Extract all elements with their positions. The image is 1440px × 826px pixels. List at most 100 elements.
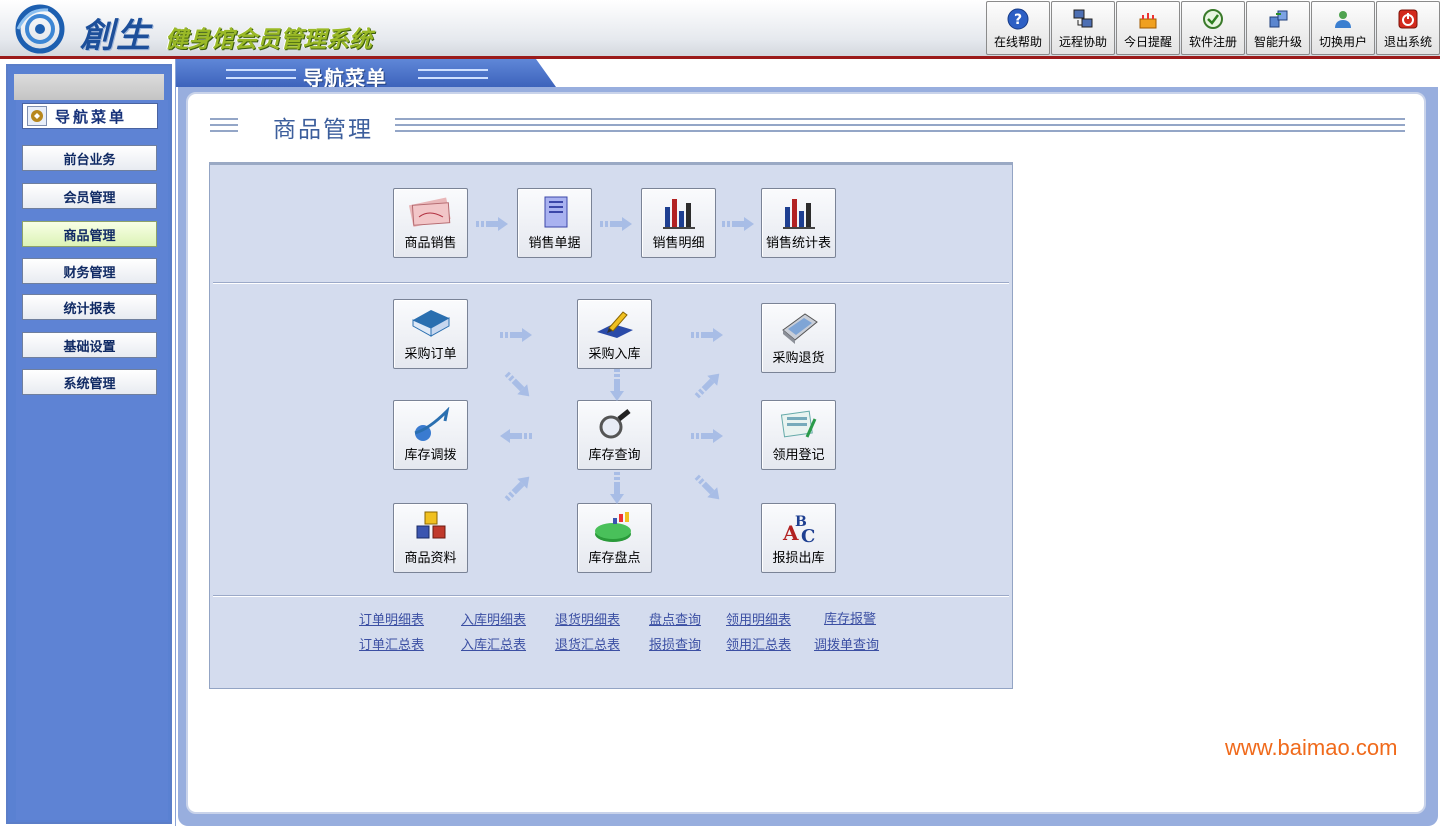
module-label: 采购退货 <box>772 351 825 366</box>
tablet-icon <box>781 313 818 344</box>
stock-transfer-button[interactable]: 库存调拨 <box>393 400 468 470</box>
sales-doc-button[interactable]: 销售单据 <box>517 188 592 258</box>
module-flow-panel: 商品销售 销售单据 销售明细 销售统计表 采购订单 采购入库 采购退货 库存调拨… <box>209 162 1013 689</box>
link-requisition-summary[interactable]: 领用汇总表 <box>726 634 791 653</box>
arrow-right-icon <box>500 328 532 342</box>
power-exit-icon <box>1398 9 1418 29</box>
module-label: 库存盘点 <box>588 551 641 566</box>
purchase-order-button[interactable]: 采购订单 <box>393 299 468 369</box>
link-transfer-query[interactable]: 调拨单查询 <box>814 634 879 653</box>
online-help-label: 在线帮助 <box>993 35 1042 49</box>
remote-assist-button[interactable]: 远程协助 <box>1051 1 1115 55</box>
sidebar-frame <box>6 64 172 824</box>
pen-icon <box>596 311 633 338</box>
software-register-button[interactable]: 软件注册 <box>1181 1 1245 55</box>
module-label: 销售单据 <box>528 236 581 251</box>
link-stocktake-query[interactable]: 盘点查询 <box>649 609 701 628</box>
smart-upgrade-button[interactable]: 智能升级 <box>1246 1 1310 55</box>
module-label: 采购订单 <box>404 347 457 362</box>
abc-icon: ABC <box>782 514 815 546</box>
goods-info-button[interactable]: 商品资料 <box>393 503 468 573</box>
online-help-button[interactable]: ? 在线帮助 <box>986 1 1050 55</box>
bar-chart-icon <box>782 199 815 229</box>
exit-system-button[interactable]: 退出系统 <box>1376 1 1440 55</box>
module-label: 销售明细 <box>652 236 705 251</box>
today-reminder-button[interactable]: 今日提醒 <box>1116 1 1180 55</box>
money-icon <box>408 197 451 227</box>
sales-detail-button[interactable]: 销售明细 <box>641 188 716 258</box>
sidebar-item-front-desk[interactable]: 前台业务 <box>22 145 157 171</box>
tab-bar: 导航菜单 <box>176 59 1440 90</box>
pages-pen-icon <box>780 410 816 438</box>
title-decoration <box>210 118 238 136</box>
panel-divider <box>213 282 1009 284</box>
requisition-button[interactable]: 领用登记 <box>761 400 836 470</box>
panel-divider <box>213 595 1009 597</box>
remote-assist-label: 远程协助 <box>1058 35 1107 49</box>
app-window: 創生 健身馆会员管理系统 ? 在线帮助 远程协助 今日提醒 软件注册 智能升级 <box>0 0 1440 826</box>
switch-user-icon <box>1335 11 1351 28</box>
switch-user-label: 切换用户 <box>1318 35 1367 49</box>
module-label: 领用登记 <box>772 448 825 463</box>
arrow-diagonal-icon <box>694 373 720 399</box>
tab-decoration <box>418 69 488 79</box>
link-requisition-detail[interactable]: 领用明细表 <box>726 609 791 628</box>
sidebar-top-strip <box>14 74 164 100</box>
sidebar <box>0 59 176 826</box>
software-register-label: 软件注册 <box>1188 35 1237 49</box>
link-return-detail[interactable]: 退货明细表 <box>555 609 620 628</box>
purchase-return-button[interactable]: 采购退货 <box>761 303 836 373</box>
svg-text:C: C <box>801 526 815 546</box>
link-order-summary[interactable]: 订单汇总表 <box>359 634 424 653</box>
upgrade-icon <box>1269 10 1288 28</box>
sidebar-item-system[interactable]: 系统管理 <box>22 369 157 395</box>
module-label: 销售统计表 <box>765 236 831 251</box>
title-decoration <box>395 118 1405 136</box>
arrow-diagonal-icon <box>504 476 530 502</box>
bar-chart-icon <box>662 199 695 229</box>
link-stock-alarm[interactable]: 库存报警 <box>824 608 876 627</box>
arrow-down-icon <box>610 369 624 401</box>
exit-system-label: 退出系统 <box>1383 35 1432 49</box>
logo-swirl-icon <box>15 4 65 54</box>
globe-arrow-icon <box>414 407 449 441</box>
sales-stats-button[interactable]: 销售统计表 <box>761 188 836 258</box>
link-order-detail[interactable]: 订单明细表 <box>359 609 424 628</box>
sidebar-item-basic-settings[interactable]: 基础设置 <box>22 332 157 358</box>
arrow-right-icon <box>476 217 508 231</box>
notebook-icon <box>544 196 567 228</box>
watermark: www.baimao.com <box>1225 735 1398 760</box>
magnifier-icon <box>599 409 631 439</box>
module-label: 库存调拨 <box>404 448 457 463</box>
arrow-left-icon <box>500 429 532 443</box>
stocktake-button[interactable]: 库存盘点 <box>577 503 652 573</box>
module-label: 商品资料 <box>404 551 457 566</box>
brand-logo-text: 創生 <box>80 16 152 56</box>
arrow-right-icon <box>691 328 723 342</box>
module-label: 商品销售 <box>404 236 457 251</box>
link-damage-query[interactable]: 报损查询 <box>649 634 701 653</box>
stock-query-button[interactable]: 库存查询 <box>577 400 652 470</box>
sidebar-item-members[interactable]: 会员管理 <box>22 183 157 209</box>
tab-decoration <box>226 69 296 79</box>
goods-sales-button[interactable]: 商品销售 <box>393 188 468 258</box>
module-label: 报损出库 <box>772 551 825 566</box>
link-stockin-detail[interactable]: 入库明细表 <box>461 609 526 628</box>
cake-reminder-icon <box>1139 13 1157 29</box>
module-label: 采购入库 <box>588 347 641 362</box>
book-icon <box>412 310 449 337</box>
damage-out-button[interactable]: ABC 报损出库 <box>761 503 836 573</box>
switch-user-button[interactable]: 切换用户 <box>1311 1 1375 55</box>
remote-assist-icon <box>1073 9 1093 28</box>
sidebar-item-reports[interactable]: 统计报表 <box>22 294 157 320</box>
sidebar-item-goods[interactable]: 商品管理 <box>22 221 157 247</box>
pie-chart-icon <box>594 512 631 542</box>
arrow-diagonal-icon <box>504 371 530 397</box>
arrow-right-icon <box>722 217 754 231</box>
sidebar-item-finance[interactable]: 财务管理 <box>22 258 157 284</box>
link-return-summary[interactable]: 退货汇总表 <box>555 634 620 653</box>
app-title: 健身馆会员管理系统 <box>165 27 372 53</box>
blocks-icon <box>416 511 445 539</box>
purchase-in-button[interactable]: 采购入库 <box>577 299 652 369</box>
link-stockin-summary[interactable]: 入库汇总表 <box>461 634 526 653</box>
